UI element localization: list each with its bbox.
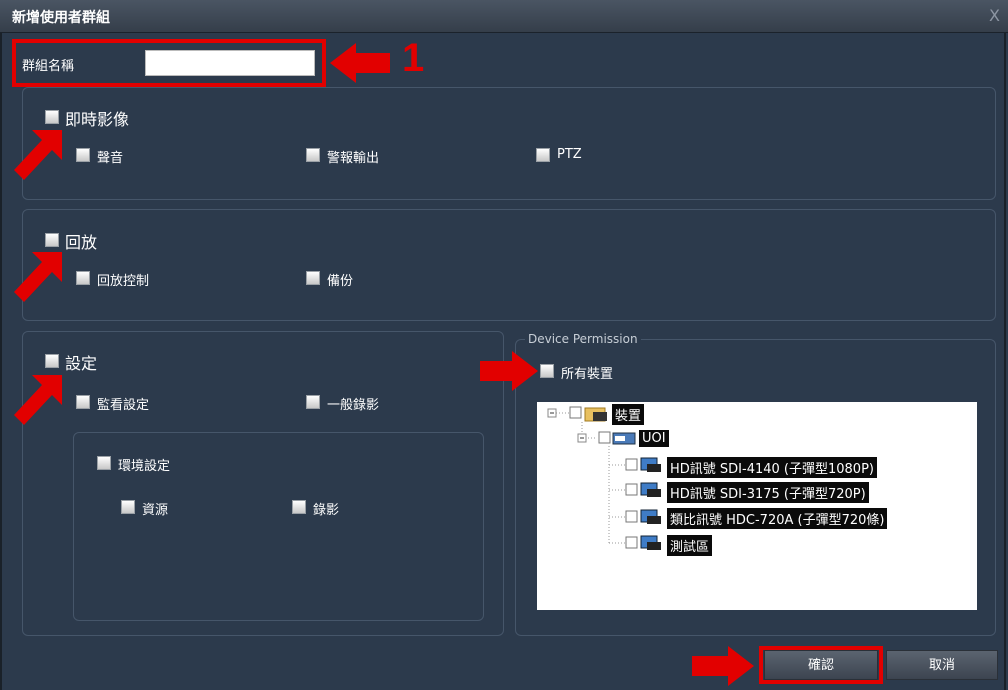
backup-checkbox[interactable] bbox=[306, 271, 320, 285]
arrow-diagonal-icon bbox=[14, 130, 62, 180]
dialog-title: 新增使用者群組 bbox=[12, 10, 110, 26]
playback-checkbox[interactable] bbox=[45, 233, 59, 247]
tree-node-device[interactable]: HD訊號 SDI-4140 (子彈型1080P) bbox=[667, 457, 877, 478]
device-tree[interactable]: 裝置 UOI HD訊號 SDI-4140 (子彈型1080P) HD訊號 SDI… bbox=[537, 402, 977, 610]
tree-node-group[interactable]: UOI bbox=[639, 430, 669, 447]
resources-checkbox[interactable] bbox=[121, 500, 135, 514]
audio-label: 聲音 bbox=[97, 151, 124, 166]
collapse-icon bbox=[547, 408, 557, 418]
environment-settings-checkbox[interactable] bbox=[97, 456, 111, 470]
arrow-diagonal-icon bbox=[14, 252, 62, 302]
camera-icon bbox=[640, 457, 661, 472]
close-icon[interactable]: X bbox=[989, 6, 1000, 25]
audio-checkbox[interactable] bbox=[76, 148, 90, 162]
resources-label: 資源 bbox=[142, 503, 169, 518]
tree-node-root[interactable]: 裝置 bbox=[612, 404, 645, 425]
camera-icon bbox=[640, 509, 661, 524]
arrow-right-icon bbox=[692, 646, 754, 686]
settings-label: 設定 bbox=[65, 354, 98, 373]
tree-node-device[interactable]: 測試區 bbox=[667, 535, 713, 556]
live-view-panel bbox=[22, 87, 996, 200]
playback-label: 回放 bbox=[65, 233, 98, 252]
recording-label: 錄影 bbox=[313, 503, 340, 518]
all-devices-label: 所有裝置 bbox=[561, 367, 614, 382]
ptz-label: PTZ bbox=[557, 147, 582, 162]
highlight-box-confirm bbox=[759, 646, 883, 684]
monitor-settings-checkbox[interactable] bbox=[76, 395, 90, 409]
monitor-group-icon bbox=[612, 432, 636, 445]
playback-panel bbox=[22, 209, 996, 321]
folder-icon bbox=[584, 407, 607, 422]
ptz-checkbox[interactable] bbox=[536, 148, 550, 162]
live-view-label: 即時影像 bbox=[65, 110, 130, 129]
camera-icon bbox=[640, 535, 661, 550]
collapse-icon bbox=[577, 433, 587, 443]
monitor-settings-label: 監看設定 bbox=[97, 398, 150, 413]
alarm-output-label: 警報輸出 bbox=[327, 151, 380, 166]
device-permission-legend: Device Permission bbox=[525, 332, 641, 346]
step-number: 1 bbox=[402, 36, 425, 80]
tree-lines bbox=[547, 406, 661, 550]
environment-settings-label: 環境設定 bbox=[118, 459, 171, 474]
title-bar: 新增使用者群組 X bbox=[0, 0, 1008, 33]
settings-checkbox[interactable] bbox=[45, 354, 59, 368]
camera-icon bbox=[640, 482, 661, 497]
general-recording-label: 一般錄影 bbox=[327, 398, 380, 413]
arrow-left-icon bbox=[330, 43, 390, 83]
tree-node-device[interactable]: 類比訊號 HDC-720A (子彈型720條) bbox=[667, 508, 888, 529]
cancel-button[interactable]: 取消 bbox=[886, 650, 998, 680]
all-devices-checkbox[interactable] bbox=[540, 364, 554, 378]
alarm-output-checkbox[interactable] bbox=[306, 148, 320, 162]
tree-node-device[interactable]: HD訊號 SDI-3175 (子彈型720P) bbox=[667, 482, 869, 503]
general-recording-checkbox[interactable] bbox=[306, 395, 320, 409]
arrow-right-icon bbox=[480, 351, 538, 391]
recording-checkbox[interactable] bbox=[292, 500, 306, 514]
highlight-box-group-name bbox=[12, 39, 326, 87]
playback-control-label: 回放控制 bbox=[97, 274, 150, 289]
playback-control-checkbox[interactable] bbox=[76, 271, 90, 285]
backup-label: 備份 bbox=[327, 274, 354, 289]
arrow-diagonal-icon bbox=[14, 375, 62, 425]
live-view-checkbox[interactable] bbox=[45, 110, 59, 124]
